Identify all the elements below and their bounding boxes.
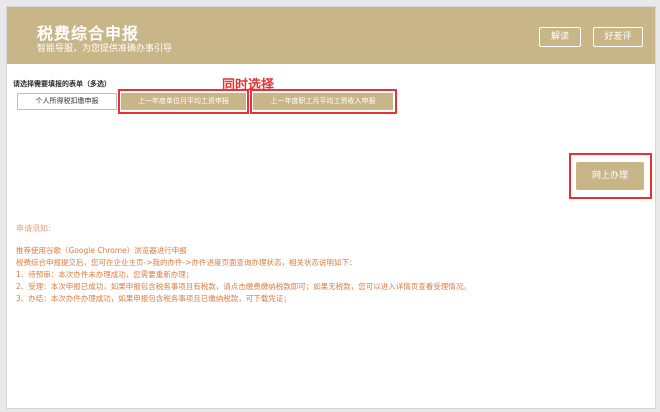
highlight-box-online-button [569,153,652,199]
notice-lines: 推荐使用谷歌（Google Chrome）浏览器进行申报 税费综合申报提交后，您… [16,245,646,305]
notice-line: 1、待预审：本次办件未办理成功，您需要重新办理； [16,270,194,279]
notice-line: 税费综合申报提交后，您可在企业主页->我的办件->办件进度页面查询办理状态，相关… [16,258,357,267]
main-frame: 税费综合申报 智能导服，为您提供准确办事引导 解读 好差评 同时选择 请选择需要… [6,6,656,409]
form-tab-individual-tax[interactable]: 个人所得税扣缴申报 [17,93,117,110]
notice-title: 申请须知: [16,224,51,233]
notice-line: 2、受理：本次申报已成功，如果申报包含税务事项且有税款，请点击缴费缴纳税款即可；… [16,282,471,291]
page-subtitle: 智能导服，为您提供准确办事引导 [37,44,173,54]
rate-button[interactable]: 好差评 [593,27,643,47]
highlight-box-staff-avg-wage [250,89,397,114]
notice-line: 3、办结：本次办件办理成功，如果申报包含税务事项且已缴纳税款，可下载凭证； [16,294,291,303]
page-header: 税费综合申报 智能导服，为您提供准确办事引导 解读 好差评 [7,7,655,64]
highlight-box-unit-avg-wage [118,89,249,114]
notice-line: 推荐使用谷歌（Google Chrome）浏览器进行申报 [16,246,187,255]
read-button[interactable]: 解读 [539,27,581,47]
form-select-label: 请选择需要填报的表单（多选） [13,80,111,88]
